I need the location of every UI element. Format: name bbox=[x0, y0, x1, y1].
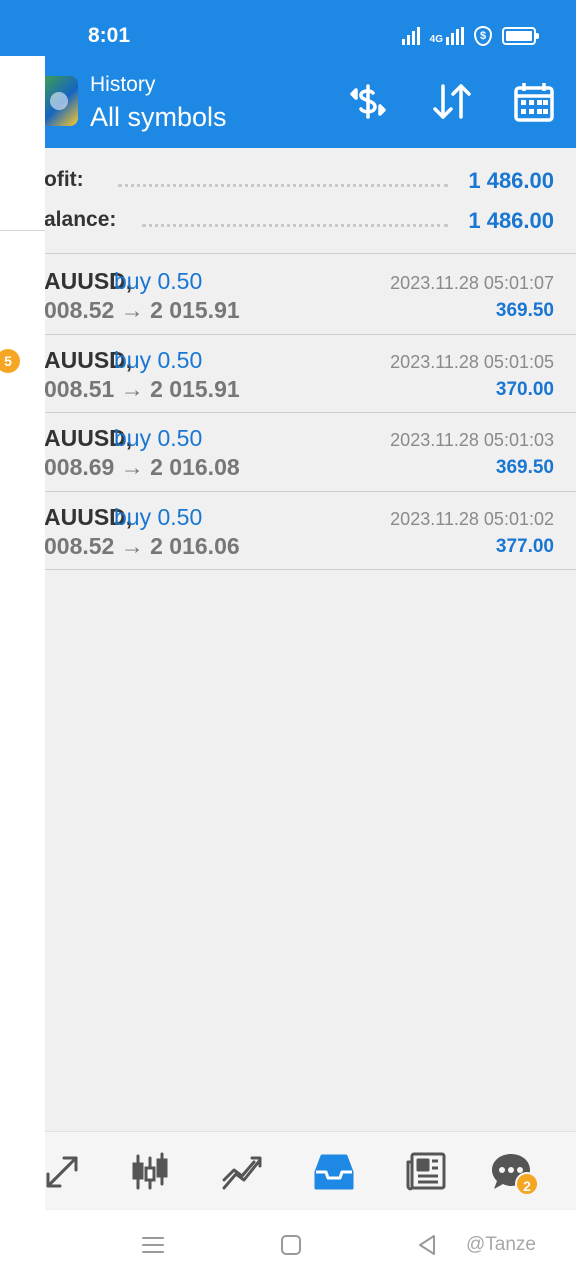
deal-action: buy 0.50 bbox=[114, 346, 203, 373]
deal-profit: 370.00 bbox=[495, 378, 554, 400]
dotted-leader bbox=[118, 184, 448, 188]
deal-prices: 008.69 → 2 016.08 bbox=[44, 454, 240, 480]
chat-unread-badge: 2 bbox=[515, 1172, 539, 1196]
balance-value: 1 486.00 bbox=[468, 208, 554, 233]
history-summary: ofit: 1 486.00 alance: 1 486.00 bbox=[0, 148, 576, 254]
app-logo-icon[interactable] bbox=[40, 76, 78, 126]
news-icon[interactable] bbox=[404, 1150, 448, 1194]
deal-action: buy 0.50 bbox=[114, 503, 203, 530]
drawer-divider bbox=[0, 230, 45, 231]
deal-row[interactable]: AUUSD, buy 0.50 008.51 → 2 015.91 2023.1… bbox=[0, 335, 576, 413]
signal-icon bbox=[401, 27, 420, 45]
signal-4g-icon: 4G bbox=[430, 27, 464, 45]
back-triangle-icon[interactable] bbox=[414, 1232, 440, 1258]
status-time: 8:01 bbox=[88, 24, 131, 47]
chat-icon[interactable]: 2 bbox=[489, 1150, 539, 1196]
chart-icon[interactable] bbox=[220, 1150, 264, 1194]
summary-profit-row: ofit: 1 486.00 bbox=[0, 168, 576, 198]
deal-row[interactable]: AUUSD, buy 0.50 008.69 → 2 016.08 2023.1… bbox=[0, 413, 576, 492]
trade-icon[interactable] bbox=[40, 1150, 84, 1194]
balance-label: alance: bbox=[44, 208, 117, 231]
system-nav-bar: @Tanze bbox=[0, 1210, 576, 1280]
profit-label: ofit: bbox=[44, 168, 84, 191]
history-icon[interactable] bbox=[312, 1150, 356, 1194]
shield-dollar-icon: $ bbox=[474, 26, 492, 46]
sort-icon[interactable] bbox=[430, 80, 474, 124]
status-bar: 8:01 4G $ bbox=[0, 0, 576, 68]
status-icons: 4G $ bbox=[401, 26, 539, 46]
deal-datetime: 2023.11.28 05:01:03 bbox=[390, 430, 554, 450]
header-title[interactable]: All symbols bbox=[90, 102, 227, 133]
deal-prices: 008.52 → 2 016.06 bbox=[44, 532, 240, 559]
deal-datetime: 2023.11.28 05:01:05 bbox=[390, 351, 554, 372]
summary-balance-row: alance: 1 486.00 bbox=[0, 208, 576, 238]
quotes-icon[interactable] bbox=[128, 1150, 172, 1194]
deal-row[interactable]: AUUSD, buy 0.50 008.52 → 2 016.06 2023.1… bbox=[0, 492, 576, 570]
deal-profit: 369.50 bbox=[495, 300, 554, 321]
deal-action: buy 0.50 bbox=[114, 425, 203, 451]
deal-datetime: 2023.11.28 05:01:02 bbox=[390, 508, 554, 529]
deals-list: AUUSD, buy 0.50 008.52 → 2 015.91 2023.1… bbox=[0, 256, 576, 570]
deal-prices: 008.52 → 2 015.91 bbox=[44, 297, 240, 323]
calendar-icon[interactable] bbox=[512, 80, 556, 124]
bottom-tab-bar: 2 bbox=[0, 1131, 576, 1209]
network-type-label: 4G bbox=[429, 34, 443, 45]
watermark-text: @Tanze bbox=[466, 1234, 536, 1255]
deal-row[interactable]: AUUSD, buy 0.50 008.52 → 2 015.91 2023.1… bbox=[0, 256, 576, 335]
side-drawer-panel[interactable] bbox=[0, 56, 45, 1210]
deal-datetime: 2023.11.28 05:01:07 bbox=[390, 273, 554, 293]
header-subtitle: History bbox=[90, 73, 156, 96]
dollar-swap-icon[interactable] bbox=[346, 80, 390, 124]
home-square-icon[interactable] bbox=[278, 1232, 304, 1258]
menu-icon[interactable] bbox=[140, 1232, 166, 1258]
deal-action: buy 0.50 bbox=[114, 268, 203, 294]
deal-profit: 369.50 bbox=[495, 457, 554, 478]
battery-icon bbox=[502, 27, 539, 45]
deal-prices: 008.51 → 2 015.91 bbox=[44, 375, 240, 402]
dotted-leader bbox=[142, 224, 448, 228]
deal-profit: 377.00 bbox=[495, 535, 554, 557]
app-header: History All symbols bbox=[0, 68, 576, 148]
profit-value: 1 486.00 bbox=[468, 168, 554, 193]
